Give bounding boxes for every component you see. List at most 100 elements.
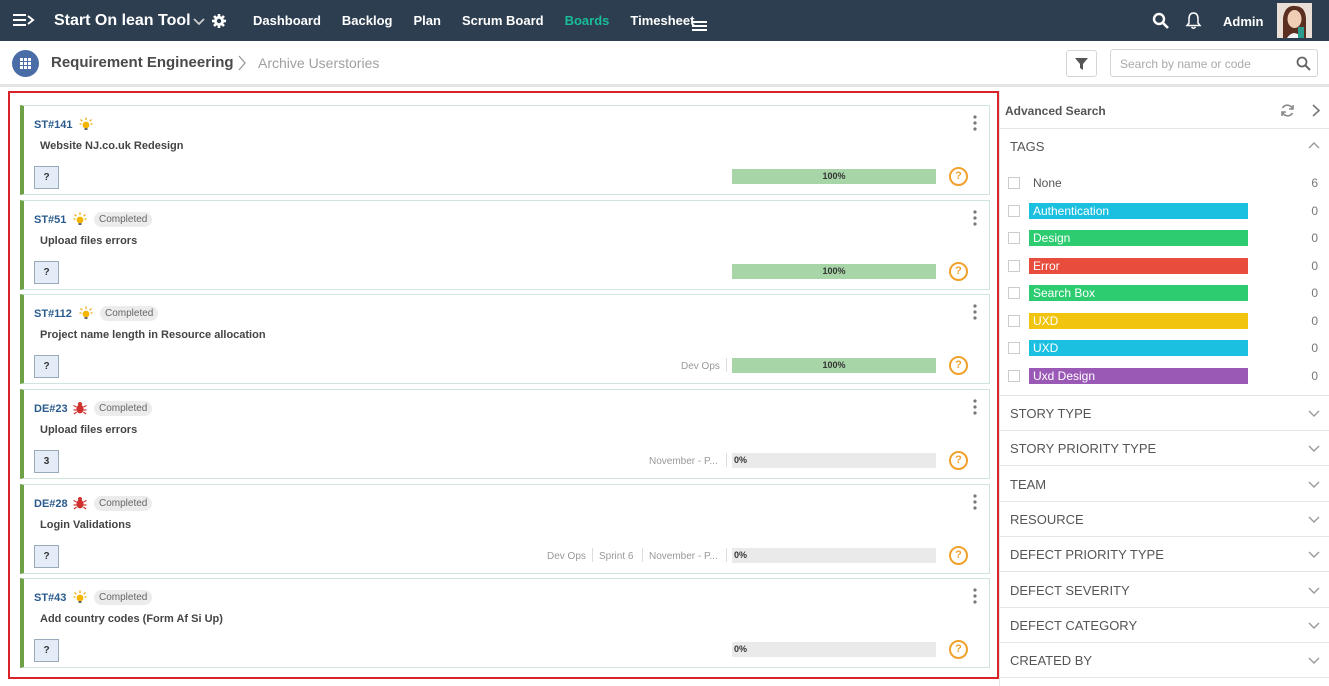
filter-section-story-type[interactable]: STORY TYPE [1000,396,1329,431]
chevron-down-icon[interactable] [1308,481,1320,489]
card-title[interactable]: Upload files errors [40,424,137,436]
story-card[interactable]: ST#112 Completed Project name length in Re… [20,294,990,384]
search-icon[interactable] [1152,12,1169,29]
nav-item-plan[interactable]: Plan [413,13,440,28]
filter-section-team[interactable]: TEAM [1000,467,1329,502]
card-id[interactable]: ST#141 [34,119,73,131]
chevron-down-icon[interactable] [1308,445,1320,453]
filter-section-story-priority-type[interactable]: STORY PRIORITY TYPE [1000,431,1329,467]
more-menu-icon[interactable] [692,20,707,32]
estimate-box[interactable]: ? [34,355,59,378]
chevron-right-icon[interactable] [1311,103,1321,118]
estimate-box[interactable]: ? [34,545,59,568]
section-title[interactable]: CREATED BY [1010,653,1092,668]
card-id[interactable]: DE#28 [34,498,68,510]
kebab-menu-icon[interactable] [973,494,977,510]
section-title[interactable]: DEFECT CATEGORY [1010,618,1137,633]
help-icon[interactable]: ? [949,451,968,470]
chevron-down-icon[interactable] [1308,551,1320,559]
story-card[interactable]: ST#51 Completed Upload files errors? 100%? [20,200,990,290]
story-card[interactable]: DE#23 Completed Upload files errors 3 Novemb… [20,389,990,479]
section-title[interactable]: DEFECT PRIORITY TYPE [1010,547,1164,562]
story-card[interactable]: DE#28 Completed Login Validations? November… [20,484,990,574]
tag-checkbox[interactable] [1008,204,1020,217]
card-id[interactable]: DE#23 [34,403,68,415]
sidebar-toggle-icon[interactable] [12,11,36,29]
search-icon[interactable] [1296,56,1311,71]
section-title[interactable]: STORY PRIORITY TYPE [1010,441,1156,456]
nav-item-scrum-board[interactable]: Scrum Board [462,13,544,28]
filter-button[interactable] [1066,50,1097,77]
tag-label[interactable]: None [1029,175,1248,191]
nav-item-timesheet[interactable]: Timesheet [630,13,694,28]
tag-label[interactable]: UXD [1029,312,1248,329]
tag-label[interactable]: Design [1029,230,1248,246]
card-id[interactable]: ST#112 [34,308,72,320]
apps-grid-icon[interactable] [12,50,39,77]
gear-icon[interactable] [211,13,227,29]
user-name[interactable]: Admin [1223,14,1263,29]
tags-section-title[interactable]: TAGS [1010,139,1044,154]
avatar[interactable] [1277,3,1312,38]
filter-section-defect-severity[interactable]: DEFECT SEVERITY [1000,573,1329,608]
story-card[interactable]: ST#141 Website NJ.co.uk Redesign? 100%? [20,105,990,195]
tag-label[interactable]: Uxd Design [1029,367,1248,384]
chevron-up-icon[interactable] [1308,141,1320,149]
filter-section-resource[interactable]: RESOURCE [1000,502,1329,537]
section-title[interactable]: RESOURCE [1010,512,1084,527]
kebab-menu-icon[interactable] [973,304,977,320]
chevron-down-icon[interactable] [1308,516,1320,524]
tag-checkbox[interactable] [1008,259,1020,272]
nav-item-dashboard[interactable]: Dashboard [253,13,321,28]
help-icon[interactable]: ? [949,640,968,659]
tag-label[interactable]: Error [1029,257,1248,274]
filter-section-defect-category[interactable]: DEFECT CATEGORY [1000,608,1329,643]
help-icon[interactable]: ? [949,356,968,375]
chevron-down-icon[interactable] [1308,622,1320,630]
kebab-menu-icon[interactable] [973,210,977,226]
estimate-box[interactable]: ? [34,166,59,189]
card-title[interactable]: Project name length in Resource allocati… [40,329,266,341]
card-title[interactable]: Upload files errors [40,235,137,247]
help-icon[interactable]: ? [949,262,968,281]
chevron-down-icon[interactable] [1308,657,1320,665]
tag-label[interactable]: Authentication [1029,202,1248,219]
help-icon[interactable]: ? [949,167,968,186]
chevron-down-icon[interactable] [1308,410,1320,418]
tag-checkbox[interactable] [1008,369,1020,382]
card-title[interactable]: Login Validations [40,519,131,531]
filter-section-created-by[interactable]: CREATED BY [1000,643,1329,679]
card-title[interactable]: Add country codes (Form Af Si Up) [40,613,223,625]
estimate-box[interactable]: 3 [34,450,59,473]
refresh-icon[interactable] [1280,103,1295,118]
kebab-menu-icon[interactable] [973,115,977,131]
section-title[interactable]: DEFECT SEVERITY [1010,583,1130,598]
kebab-menu-icon[interactable] [973,399,977,415]
tag-label[interactable]: Search Box [1029,285,1248,301]
kebab-menu-icon[interactable] [973,588,977,604]
search-field[interactable] [1110,49,1318,77]
nav-item-backlog[interactable]: Backlog [342,13,393,28]
app-title[interactable]: Start On lean Tool [54,12,191,30]
nav-item-boards[interactable]: Boards [565,13,610,28]
estimate-box[interactable]: ? [34,639,59,662]
chevron-down-icon[interactable] [1308,587,1320,595]
search-input[interactable] [1120,57,1290,71]
tag-checkbox[interactable] [1008,177,1020,189]
help-icon[interactable]: ? [949,546,968,565]
chevron-down-icon[interactable] [192,14,206,28]
card-title[interactable]: Website NJ.co.uk Redesign [40,140,183,152]
bell-icon[interactable] [1185,11,1202,30]
filter-section-defect-priority-type[interactable]: DEFECT PRIORITY TYPE [1000,537,1329,573]
story-card[interactable]: ST#43 Completed Add country codes (Form Af… [20,578,990,668]
card-id[interactable]: ST#43 [34,592,66,604]
section-title[interactable]: TEAM [1010,477,1046,492]
section-title[interactable]: STORY TYPE [1010,406,1091,421]
breadcrumb-project[interactable]: Requirement Engineering [51,54,234,71]
tag-label[interactable]: UXD [1029,340,1248,356]
tag-checkbox[interactable] [1008,342,1020,354]
estimate-box[interactable]: ? [34,261,59,284]
tag-checkbox[interactable] [1008,314,1020,327]
tag-checkbox[interactable] [1008,232,1020,244]
card-id[interactable]: ST#51 [34,214,66,226]
